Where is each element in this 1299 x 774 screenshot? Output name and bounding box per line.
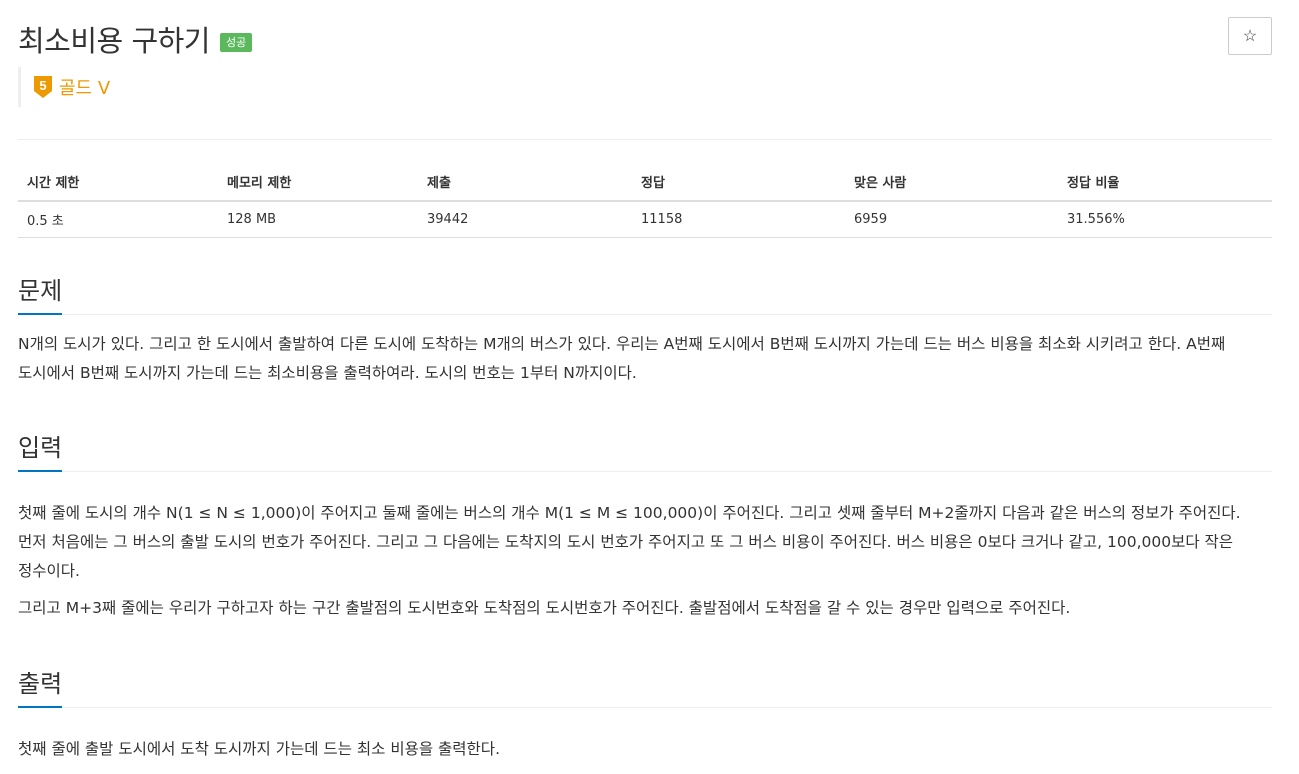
section-body: 첫째 줄에 도시의 개수 N(1 ≤ N ≤ 1,000)이 주어지고 둘째 줄… xyxy=(18,499,1272,623)
section-header: 입력 xyxy=(18,433,1272,472)
section-body: N개의 도시가 있다. 그리고 한 도시에서 출발하여 다른 도시에 도착하는 … xyxy=(18,330,1272,388)
header-memory-limit: 메모리 제한 xyxy=(218,162,418,202)
info-table-header-row: 시간 제한 메모리 제한 제출 정답 맞은 사람 정답 비율 xyxy=(18,162,1272,202)
favorite-star-button[interactable]: ☆ xyxy=(1228,17,1272,55)
status-badge: 성공 xyxy=(219,32,253,52)
output-section: 출력 첫째 줄에 출발 도시에서 도착 도시까지 가는데 드는 최소 비용을 출… xyxy=(18,669,1272,772)
value-memory-limit: 128 MB xyxy=(218,201,418,238)
problem-page: 최소비용 구하기 성공 ☆ 5 골드 V 시간 제한 메모리 제한 제출 정답 … xyxy=(18,0,1272,758)
problem-info-table: 시간 제한 메모리 제한 제출 정답 맞은 사람 정답 비율 0.5 초 128… xyxy=(18,162,1272,238)
input-paragraph: 그리고 M+3째 줄에는 우리가 구하고자 하는 구간 출발점의 도시번호와 도… xyxy=(18,599,1071,617)
header-solved-users: 맞은 사람 xyxy=(845,162,1058,202)
value-solved-users: 6959 xyxy=(845,201,1058,238)
section-underline xyxy=(18,470,62,472)
section-header: 출력 xyxy=(18,669,1272,708)
header-accepted: 정답 xyxy=(632,162,845,202)
section-title: 출력 xyxy=(18,670,63,698)
problem-header: 최소비용 구하기 성공 ☆ 5 골드 V xyxy=(18,0,1272,140)
section-underline xyxy=(18,313,62,315)
value-accepted: 11158 xyxy=(632,201,845,238)
tier-level-text: 5 xyxy=(39,78,46,93)
section-title: 입력 xyxy=(18,434,63,462)
value-submissions: 39442 xyxy=(418,201,632,238)
section-underline xyxy=(18,706,62,708)
star-icon: ☆ xyxy=(1242,28,1258,45)
tier-link[interactable]: 골드 V xyxy=(59,74,110,100)
value-accept-ratio: 31.556% xyxy=(1058,201,1272,238)
problem-description-section: 문제 N개의 도시가 있다. 그리고 한 도시에서 출발하여 다른 도시에 도착… xyxy=(18,276,1272,396)
value-time-limit: 0.5 초 xyxy=(18,201,218,238)
input-paragraph: 첫째 줄에 도시의 개수 N(1 ≤ N ≤ 1,000)이 주어지고 둘째 줄… xyxy=(18,504,1241,580)
info-table-row: 0.5 초 128 MB 39442 11158 6959 31.556% xyxy=(18,201,1272,238)
tier-gold-icon: 5 xyxy=(34,76,52,98)
section-title: 문제 xyxy=(18,277,63,305)
tier-row: 5 골드 V xyxy=(18,67,110,107)
description-paragraph: N개의 도시가 있다. 그리고 한 도시에서 출발하여 다른 도시에 도착하는 … xyxy=(18,335,1226,382)
problem-title: 최소비용 구하기 xyxy=(18,24,210,58)
header-accept-ratio: 정답 비율 xyxy=(1058,162,1272,202)
header-submissions: 제출 xyxy=(418,162,632,202)
title-row: 최소비용 구하기 성공 xyxy=(18,18,253,60)
section-body: 첫째 줄에 출발 도시에서 도착 도시까지 가는데 드는 최소 비용을 출력한다… xyxy=(18,735,1272,764)
section-header: 문제 xyxy=(18,276,1272,315)
header-time-limit: 시간 제한 xyxy=(18,162,218,202)
input-section: 입력 첫째 줄에 도시의 개수 N(1 ≤ N ≤ 1,000)이 주어지고 둘… xyxy=(18,433,1272,631)
output-paragraph: 첫째 줄에 출발 도시에서 도착 도시까지 가는데 드는 최소 비용을 출력한다… xyxy=(18,740,500,758)
